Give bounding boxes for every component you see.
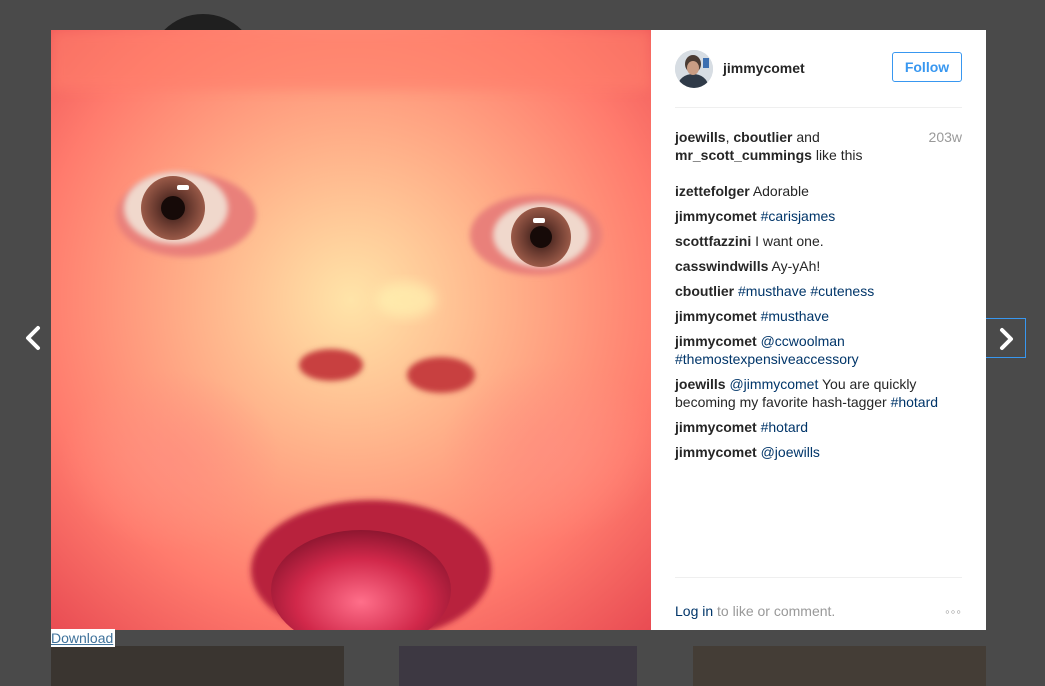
comment-list: izettefolger Adorable jimmycomet #carisj… bbox=[675, 182, 962, 461]
comment: scottfazzini I want one. bbox=[675, 232, 962, 250]
hashtag-link[interactable]: #cuteness bbox=[810, 283, 874, 299]
post-username[interactable]: jimmycomet bbox=[723, 60, 805, 76]
mention-link[interactable]: @ccwoolman bbox=[761, 333, 845, 349]
next-post-button[interactable] bbox=[986, 318, 1026, 358]
comment-text: I want one. bbox=[755, 233, 824, 249]
liker-username[interactable]: mr_scott_cummings bbox=[675, 147, 812, 163]
likes-and-text: and bbox=[796, 129, 820, 145]
comment-username[interactable]: jimmycomet bbox=[675, 419, 757, 435]
avatar[interactable] bbox=[675, 50, 713, 88]
chevron-right-icon bbox=[1000, 328, 1013, 350]
comment: casswindwills Ay-yAh! bbox=[675, 257, 962, 275]
likes-suffix-text: like this bbox=[815, 147, 863, 163]
post-photo[interactable] bbox=[51, 30, 651, 630]
comment: jimmycomet #hotard bbox=[675, 418, 962, 436]
download-link[interactable]: Download bbox=[51, 629, 116, 647]
post-timestamp[interactable]: 203w bbox=[929, 128, 962, 146]
login-prompt: Log in to like or comment. bbox=[675, 603, 835, 619]
comment-username[interactable]: casswindwills bbox=[675, 258, 768, 274]
comment-text: Ay-yAh! bbox=[771, 258, 821, 274]
hashtag-link[interactable]: #musthave bbox=[761, 308, 829, 324]
comment-username[interactable]: jimmycomet bbox=[675, 444, 757, 460]
comment-username[interactable]: scottfazzini bbox=[675, 233, 751, 249]
comment-username[interactable]: joewills bbox=[675, 376, 726, 392]
liker-username[interactable]: joewills bbox=[675, 129, 726, 145]
comment: jimmycomet @joewills bbox=[675, 443, 962, 461]
post-footer: Log in to like or comment. ◦◦◦ bbox=[675, 577, 962, 630]
liker-separator: , bbox=[725, 129, 730, 145]
previous-post-button[interactable] bbox=[18, 320, 48, 356]
mention-link[interactable]: @jimmycomet bbox=[729, 376, 818, 392]
post-sidebar: jimmycomet Follow joewills, cboutlier an… bbox=[675, 30, 962, 630]
comment: cboutlier #musthave #cuteness bbox=[675, 282, 962, 300]
comment-username[interactable]: jimmycomet bbox=[675, 308, 757, 324]
comment: jimmycomet #musthave bbox=[675, 307, 962, 325]
comment: jimmycomet @ccwoolman #themostexpensivea… bbox=[675, 332, 962, 368]
background-thumbnail[interactable] bbox=[399, 646, 637, 686]
background-thumbnail[interactable] bbox=[51, 646, 344, 686]
comment: izettefolger Adorable bbox=[675, 182, 962, 200]
comment: joewills @jimmycomet You are quickly bec… bbox=[675, 375, 962, 411]
hashtag-link[interactable]: #hotard bbox=[891, 394, 938, 410]
post-modal: jimmycomet Follow joewills, cboutlier an… bbox=[51, 30, 986, 630]
hashtag-link[interactable]: #carisjames bbox=[761, 208, 836, 224]
post-header: jimmycomet Follow bbox=[675, 30, 962, 108]
likes-summary: joewills, cboutlier and mr_scott_cumming… bbox=[675, 128, 962, 164]
background-thumbnail[interactable] bbox=[693, 646, 986, 686]
follow-button[interactable]: Follow bbox=[892, 52, 962, 82]
liker-username[interactable]: cboutlier bbox=[733, 129, 792, 145]
comment-username[interactable]: jimmycomet bbox=[675, 333, 757, 349]
login-prompt-text: to like or comment. bbox=[717, 603, 836, 619]
ellipsis-icon[interactable]: ◦◦◦ bbox=[945, 604, 962, 619]
login-link[interactable]: Log in bbox=[675, 603, 713, 619]
hashtag-link[interactable]: #themostexpensiveaccessory bbox=[675, 351, 859, 367]
comment-text: Adorable bbox=[752, 183, 809, 199]
hashtag-link[interactable]: #hotard bbox=[761, 419, 808, 435]
comment-username[interactable]: cboutlier bbox=[675, 283, 734, 299]
comment-username[interactable]: izettefolger bbox=[675, 183, 750, 199]
comment-username[interactable]: jimmycomet bbox=[675, 208, 757, 224]
mention-link[interactable]: @joewills bbox=[761, 444, 820, 460]
comment: jimmycomet #carisjames bbox=[675, 207, 962, 225]
chevron-left-icon bbox=[26, 326, 40, 350]
hashtag-link[interactable]: #musthave bbox=[738, 283, 806, 299]
